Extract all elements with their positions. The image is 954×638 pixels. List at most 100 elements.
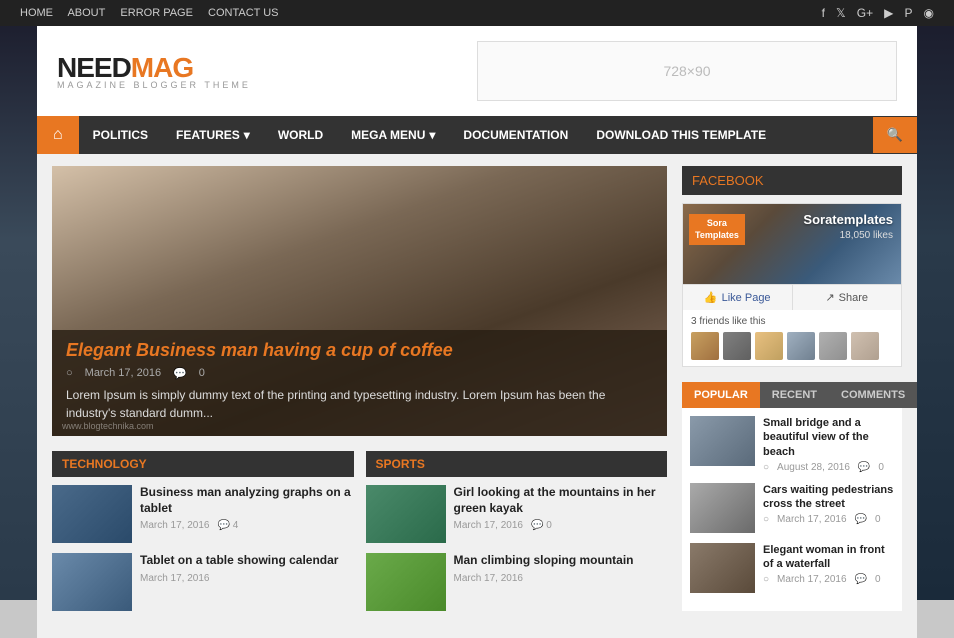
friend-avatar-6 [851,332,879,360]
watermark: www.blogtechnika.com [62,421,154,431]
popular-article-3: Elegant woman in front of a waterfall ○ … [690,543,894,593]
tab-recent[interactable]: RECENT [760,382,829,408]
sports-article-2-title[interactable]: Man climbing sloping mountain [454,553,668,569]
social-icons: f 𝕏 G+ ▶ P ◉ [814,6,934,20]
twitter-icon[interactable]: 𝕏 [836,6,846,20]
facebook-header-text: FACEBOOK [692,173,764,188]
tech-article-2-title[interactable]: Tablet on a table showing calendar [140,553,354,569]
ad-banner: 728×90 [477,41,897,101]
instagram-icon[interactable]: ◉ [924,6,934,20]
nav-home-link[interactable]: HOME [20,7,53,19]
content-area: Elegant Business man having a cup of cof… [37,154,917,638]
sports-article-1-info: Girl looking at the mountains in her gre… [454,485,668,531]
mega-arrow: ▾ [429,128,435,142]
sports-article-1: Girl looking at the mountains in her gre… [366,485,668,543]
pop-thumb-3 [690,543,755,593]
facebook-section: FACEBOOK SoraTemplates Soratemplates 18,… [682,166,902,367]
sections-row: TECHNOLOGY Business man analyzing graphs… [52,451,667,621]
pop-article-1-info: Small bridge and a beautiful view of the… [763,416,894,473]
nav-contact-link[interactable]: CONTACT US [208,7,279,19]
nav-error-link[interactable]: ERROR PAGE [120,7,193,19]
facebook-likes: 18,050 likes [840,230,893,241]
pop-article-3-info: Elegant woman in front of a waterfall ○ … [763,543,894,586]
popular-tabs: POPULAR RECENT COMMENTS [682,382,902,408]
tech-thumb-2 [52,553,132,611]
sidebar: FACEBOOK SoraTemplates Soratemplates 18,… [682,166,902,626]
top-bar: HOME ABOUT ERROR PAGE CONTACT US f 𝕏 G+ … [0,0,954,26]
tech-article-1: Business man analyzing graphs on a table… [52,485,354,543]
tech-article-1-title[interactable]: Business man analyzing graphs on a table… [140,485,354,516]
share-btn-label: Share [839,292,868,304]
share-icon: ↗ [825,291,834,304]
nav-features[interactable]: FEATURES ▾ [162,118,264,152]
features-arrow: ▾ [244,128,250,142]
pop-article-3-title[interactable]: Elegant woman in front of a waterfall [763,543,894,572]
sports-title: SPORTS [376,457,425,471]
logo-mag: MAG [131,52,193,83]
nav-about-link[interactable]: ABOUT [67,7,105,19]
gplus-icon[interactable]: G+ [857,6,873,20]
hero-article: Elegant Business man having a cup of cof… [52,166,667,436]
pop-2-date-icon: ○ [763,514,769,525]
nav-world[interactable]: WORLD [264,118,337,152]
pop-2-comment-icon: 💬 [855,514,867,525]
main-content: Elegant Business man having a cup of cof… [52,166,667,626]
popular-article-1: Small bridge and a beautiful view of the… [690,416,894,473]
friend-avatar-2 [723,332,751,360]
facebook-like-button[interactable]: 👍 Like Page [683,285,793,310]
fb-friends-label: 3 friends like this [683,310,901,366]
sports-thumb-2 [366,553,446,611]
pop-article-3-meta: ○ March 17, 2016 💬 0 [763,574,894,585]
hero-date-icon: ○ [66,367,73,380]
facebook-header: FACEBOOK [682,166,902,195]
hero-title[interactable]: Elegant Business man having a cup of cof… [66,340,653,361]
tech-article-2-info: Tablet on a table showing calendar March… [140,553,354,584]
sports-article-1-title[interactable]: Girl looking at the mountains in her gre… [454,485,668,516]
pop-2-comments: 0 [875,514,881,525]
pop-1-date: August 28, 2016 [777,462,850,473]
friend-avatar-5 [819,332,847,360]
pinterest-icon[interactable]: P [904,6,912,20]
tech-article-2: Tablet on a table showing calendar March… [52,553,354,611]
sports-thumb-1 [366,485,446,543]
tab-popular[interactable]: POPULAR [682,382,760,408]
logo[interactable]: NEEDMAG MAGAZINE BLOGGER THEME [57,52,251,90]
hero-excerpt: Lorem Ipsum is simply dummy text of the … [66,386,653,422]
pop-3-comments: 0 [875,574,881,585]
pop-article-2-title[interactable]: Cars waiting pedestrians cross the stree… [763,483,894,512]
tech-thumb-1 [52,485,132,543]
facebook-share-button[interactable]: ↗ Share [793,285,902,310]
pop-thumb-1 [690,416,755,466]
logo-tagline: MAGAZINE BLOGGER THEME [57,80,251,90]
nav-home-button[interactable]: ⌂ [37,116,79,154]
popular-section: POPULAR RECENT COMMENTS Small bridge and… [682,382,902,611]
sports-header: SPORTS [366,451,668,477]
nav-search-button[interactable]: 🔍 [873,117,917,153]
tech-1-comments: 💬 4 [218,520,239,531]
friends-text: 3 friends like this [691,316,765,327]
tech-article-2-meta: March 17, 2016 [140,573,354,584]
popular-articles-list: Small bridge and a beautiful view of the… [682,408,902,611]
nav-politics[interactable]: POLITICS [79,118,162,152]
nav-mega-menu[interactable]: MEGA MENU ▾ [337,118,449,152]
nav-bar: ⌂ POLITICS FEATURES ▾ WORLD MEGA MENU ▾ … [37,116,917,154]
fb-thumbs-icon: 👍 [704,291,718,304]
sports-article-2-info: Man climbing sloping mountain March 17, … [454,553,668,584]
sports-1-date: March 17, 2016 [454,520,524,531]
nav-documentation[interactable]: DOCUMENTATION [449,118,582,152]
facebook-icon[interactable]: f [822,6,825,20]
friend-avatars [691,332,893,360]
pop-2-date: March 17, 2016 [777,514,847,525]
pop-article-1-title[interactable]: Small bridge and a beautiful view of the… [763,416,894,459]
hero-comments: 0 [199,367,205,380]
facebook-actions: 👍 Like Page ↗ Share [683,284,901,310]
tab-comments[interactable]: COMMENTS [829,382,917,408]
sports-1-comments: 💬 0 [531,520,552,531]
home-icon: ⌂ [53,126,63,144]
soratemplates-label: Soratemplates [803,212,893,227]
youtube-icon[interactable]: ▶ [884,6,893,20]
nav-download[interactable]: DOWNLOAD THIS TEMPLATE [582,118,780,152]
pop-article-2-meta: ○ March 17, 2016 💬 0 [763,514,894,525]
top-nav: HOME ABOUT ERROR PAGE CONTACT US [20,7,291,19]
header: NEEDMAG MAGAZINE BLOGGER THEME 728×90 [37,26,917,116]
